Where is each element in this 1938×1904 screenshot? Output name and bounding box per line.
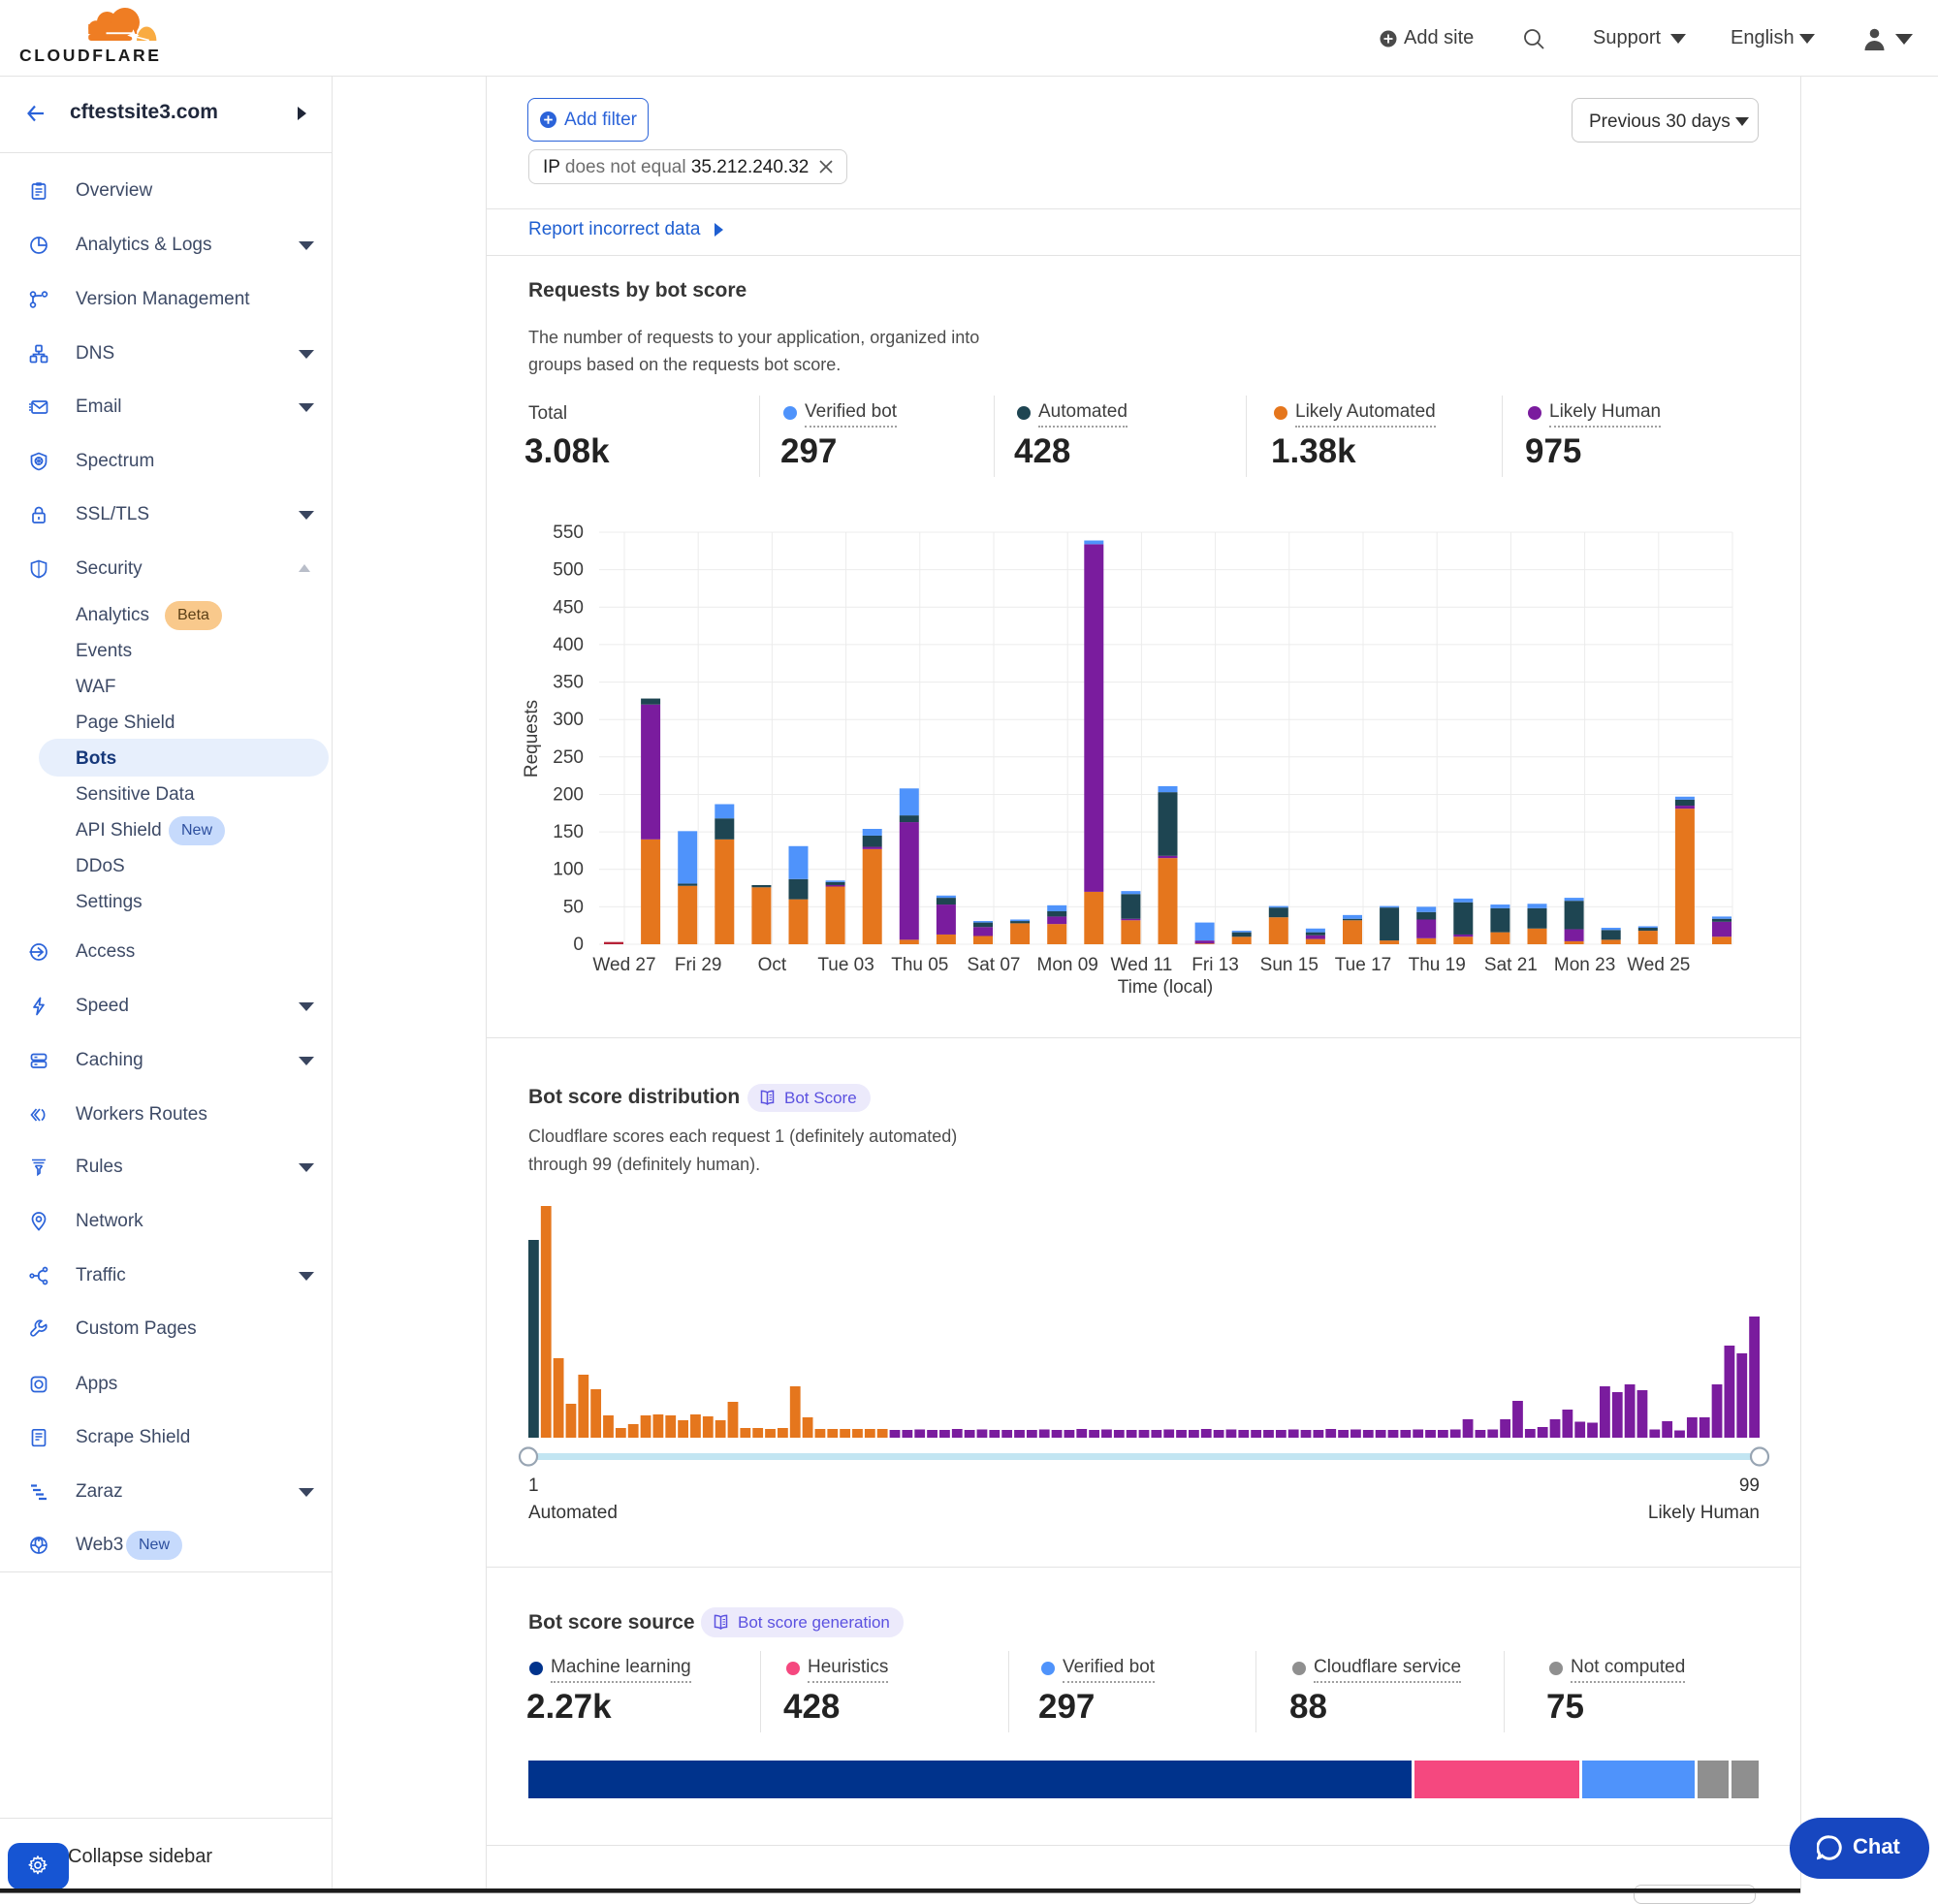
svg-text:Thu 19: Thu 19 (1409, 955, 1466, 975)
svg-text:Sat 07: Sat 07 (968, 955, 1021, 975)
svg-text:Mon 09: Mon 09 (1037, 955, 1098, 975)
svg-text:100: 100 (553, 860, 584, 880)
svg-text:99: 99 (1739, 1476, 1760, 1496)
svg-text:0: 0 (573, 935, 584, 955)
svg-text:Wed 25: Wed 25 (1627, 955, 1690, 975)
svg-text:Tue 17: Tue 17 (1335, 955, 1391, 975)
svg-text:400: 400 (553, 635, 584, 655)
svg-text:250: 250 (553, 747, 584, 768)
svg-text:Automated: Automated (528, 1503, 618, 1523)
svg-text:50: 50 (563, 897, 584, 917)
svg-text:Thu 05: Thu 05 (891, 955, 948, 975)
svg-text:Sat 21: Sat 21 (1484, 955, 1538, 975)
svg-text:Fri 13: Fri 13 (1191, 955, 1239, 975)
svg-text:500: 500 (553, 560, 584, 581)
svg-text:450: 450 (553, 597, 584, 618)
svg-text:150: 150 (553, 822, 584, 842)
svg-text:Wed 11: Wed 11 (1111, 955, 1173, 975)
svg-text:350: 350 (553, 673, 584, 693)
svg-text:Likely Human: Likely Human (1648, 1503, 1760, 1523)
svg-text:550: 550 (553, 523, 584, 543)
svg-text:200: 200 (553, 785, 584, 806)
svg-text:Wed 27: Wed 27 (592, 955, 655, 975)
svg-text:Sun 15: Sun 15 (1260, 955, 1318, 975)
svg-text:Tue 03: Tue 03 (817, 955, 874, 975)
svg-text:Time (local): Time (local) (1118, 977, 1214, 998)
svg-text:Requests: Requests (522, 700, 542, 777)
svg-text:1: 1 (528, 1476, 539, 1496)
svg-text:Oct: Oct (758, 955, 787, 975)
svg-text:Mon 23: Mon 23 (1554, 955, 1615, 975)
svg-text:Fri 29: Fri 29 (675, 955, 722, 975)
svg-text:300: 300 (553, 710, 584, 730)
